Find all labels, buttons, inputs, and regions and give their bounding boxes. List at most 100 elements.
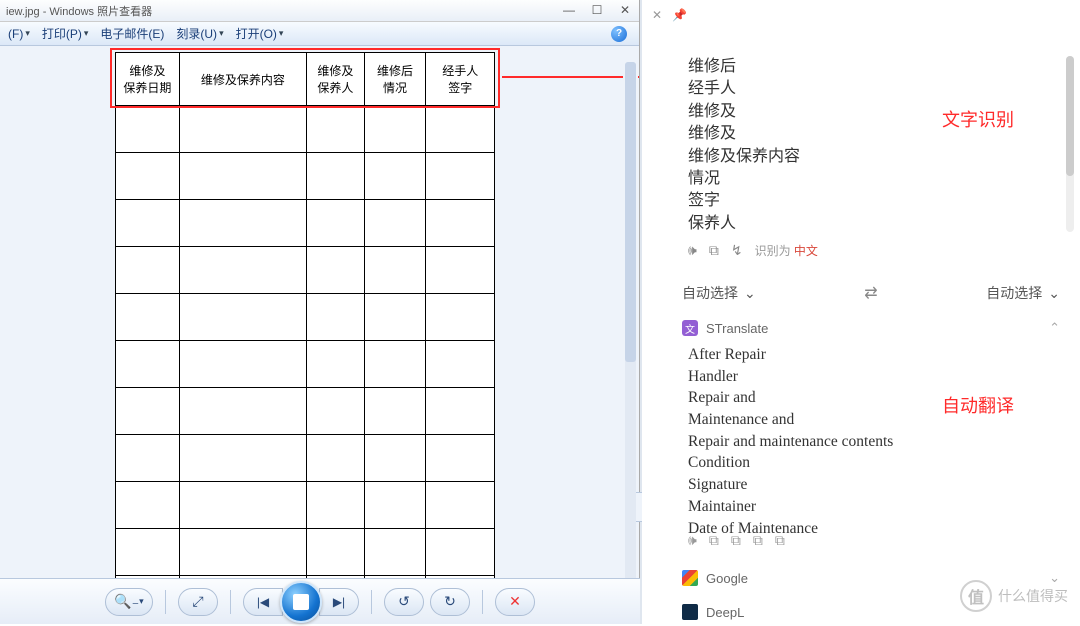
ocr-line: 签字 bbox=[688, 190, 1050, 212]
speak-button[interactable]: 🕪 bbox=[688, 242, 697, 259]
copy-button[interactable]: ⧉ bbox=[709, 532, 719, 549]
table-cell bbox=[180, 529, 307, 575]
table-cell bbox=[116, 341, 180, 387]
menu-open[interactable]: 打开(O) bbox=[232, 23, 288, 44]
maximize-button[interactable]: ☐ bbox=[583, 0, 611, 20]
table-row bbox=[115, 153, 495, 200]
ocr-line: 保养人 bbox=[688, 213, 1050, 234]
table-cell bbox=[180, 482, 307, 528]
table-row bbox=[115, 341, 495, 388]
rotate-ccw-icon: ↺ bbox=[398, 593, 410, 610]
ocr-scrollbar[interactable] bbox=[1066, 56, 1074, 232]
snake-button[interactable]: ↯ bbox=[731, 242, 743, 259]
table-cell bbox=[116, 247, 180, 293]
table-row bbox=[115, 200, 495, 247]
divider bbox=[230, 590, 231, 614]
table-cell bbox=[426, 294, 494, 340]
image-viewport: 维修及保养日期 维修及保养内容 维修及保养人 维修后情况 经手人签字 bbox=[0, 46, 639, 624]
speak-button[interactable]: 🕪 bbox=[688, 532, 697, 549]
table-row bbox=[115, 435, 495, 482]
titlebar: iew.jpg - Windows 照片查看器 — ☐ ✕ bbox=[0, 0, 639, 22]
divider bbox=[165, 590, 166, 614]
next-button[interactable]: ▶| bbox=[319, 588, 359, 616]
menu-print[interactable]: 打印(P) bbox=[38, 23, 93, 44]
table-cell bbox=[426, 435, 494, 481]
copy-button[interactable]: ⧉ bbox=[775, 532, 785, 549]
minimize-button[interactable]: — bbox=[555, 0, 583, 20]
table-row bbox=[115, 529, 495, 576]
table-cell bbox=[307, 153, 365, 199]
table-cell bbox=[426, 153, 494, 199]
translation-toolbar: 🕪 ⧉ ⧉ ⧉ ⧉ bbox=[688, 532, 785, 549]
table-cell bbox=[365, 200, 427, 246]
zoom-out-button[interactable]: 🔍₋ ▾ bbox=[105, 588, 153, 616]
source-lang-select[interactable]: 自动选择⌄ bbox=[682, 283, 756, 303]
next-icon: ▶| bbox=[333, 595, 345, 609]
ocr-result: 维修后经手人维修及维修及维修及保养内容情况签字保养人保养日期 bbox=[688, 56, 1050, 234]
target-lang-select[interactable]: 自动选择⌄ bbox=[986, 283, 1060, 303]
divider bbox=[371, 590, 372, 614]
prev-button[interactable]: |◀ bbox=[243, 588, 283, 616]
language-row: 自动选择⌄ ⇄ 自动选择⌄ bbox=[682, 278, 1060, 308]
pin-icon[interactable]: 📌 bbox=[672, 8, 687, 22]
menu-email[interactable]: 电子邮件(E) bbox=[96, 23, 168, 44]
translation-line: Maintainer bbox=[688, 496, 1050, 518]
translation-line: Repair and maintenance contents bbox=[688, 431, 1050, 453]
table-cell bbox=[180, 247, 307, 293]
detected-language: 识别为 中文 bbox=[755, 242, 818, 259]
table-row bbox=[115, 247, 495, 294]
copy-button[interactable]: ⧉ bbox=[709, 242, 719, 259]
table-cell bbox=[307, 388, 365, 434]
fit-icon: ⤢ bbox=[192, 593, 203, 610]
table-cell bbox=[116, 482, 180, 528]
slideshow-button[interactable] bbox=[280, 581, 322, 623]
slideshow-icon bbox=[293, 594, 309, 610]
menu-file[interactable]: (F) bbox=[4, 25, 34, 43]
rotate-ccw-button[interactable]: ↺ bbox=[384, 588, 424, 616]
table-cell bbox=[180, 294, 307, 340]
close-panel-button[interactable]: ✕ bbox=[652, 8, 662, 22]
close-button[interactable]: ✕ bbox=[611, 0, 639, 20]
table-cell bbox=[365, 106, 427, 152]
translation-line: Handler bbox=[688, 366, 1050, 388]
panel-topbar: ✕ 📌 bbox=[642, 0, 1080, 30]
menu-burn[interactable]: 刻录(U) bbox=[172, 23, 227, 44]
table-cell bbox=[307, 435, 365, 481]
swap-languages-button[interactable]: ⇄ bbox=[864, 283, 877, 303]
table-cell bbox=[307, 200, 365, 246]
section-label: Google bbox=[706, 571, 748, 586]
nav-cluster: |◀ ▶| bbox=[243, 581, 359, 623]
copy-button[interactable]: ⧉ bbox=[753, 532, 763, 549]
section-label: DeepL bbox=[706, 605, 744, 620]
delete-button[interactable]: ✕ bbox=[495, 588, 535, 616]
table-cell bbox=[365, 388, 427, 434]
section-stranslate[interactable]: 文 STranslate ⌃ bbox=[682, 314, 1060, 342]
table-cell bbox=[307, 529, 365, 575]
chevron-down-icon: ⌄ bbox=[1048, 285, 1060, 302]
table-cell bbox=[365, 153, 427, 199]
viewer-toolbar: 🔍₋ ▾ ⤢ |◀ ▶| ↺ ↻ ✕ bbox=[0, 578, 640, 624]
fit-button[interactable]: ⤢ bbox=[178, 588, 218, 616]
arrow-annotation bbox=[502, 76, 639, 78]
translation-line: Condition bbox=[688, 452, 1050, 474]
copy-button[interactable]: ⧉ bbox=[731, 532, 741, 549]
table-cell bbox=[426, 106, 494, 152]
table-cell bbox=[116, 529, 180, 575]
vertical-scrollbar[interactable] bbox=[623, 46, 638, 624]
scrollbar-thumb[interactable] bbox=[625, 62, 636, 362]
table-row bbox=[115, 388, 495, 435]
help-icon[interactable]: ? bbox=[611, 26, 627, 42]
rotate-cw-button[interactable]: ↻ bbox=[430, 588, 470, 616]
document-image: 维修及保养日期 维修及保养内容 维修及保养人 维修后情况 经手人签字 bbox=[115, 52, 495, 623]
table-cell bbox=[180, 388, 307, 434]
table-cell bbox=[365, 529, 427, 575]
table-cell bbox=[307, 247, 365, 293]
table-cell bbox=[116, 153, 180, 199]
table-cell bbox=[365, 482, 427, 528]
section-label: STranslate bbox=[706, 321, 768, 336]
scrollbar-thumb[interactable] bbox=[1066, 56, 1074, 176]
annotation-label-trans: 自动翻译 bbox=[942, 392, 1014, 418]
delete-icon: ✕ bbox=[509, 593, 521, 610]
table-cell bbox=[365, 341, 427, 387]
table-cell bbox=[365, 435, 427, 481]
